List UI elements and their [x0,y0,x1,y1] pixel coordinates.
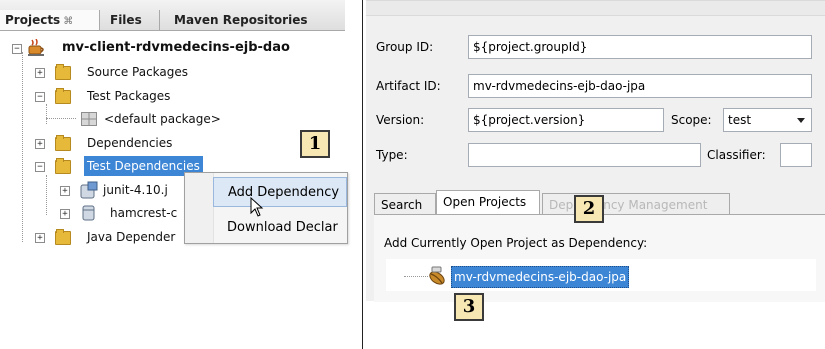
menu-item-add-dependency[interactable]: Add Dependency [213,177,347,207]
package-folder-icon [55,158,71,174]
tab-dependency-management[interactable]: Dependency Management [542,193,730,214]
classifier-field[interactable] [780,143,812,167]
jar-library-icon [82,205,95,221]
tab-close-icon[interactable]: ⌘ [63,16,73,27]
tab-maven-label: Maven Repositories [174,13,308,27]
tab-projects-label: Projects [5,13,61,27]
panel-tab-bar: Projects ⌘ Files Maven Repositories [0,0,345,31]
tree-label: <default package> [104,112,221,126]
collapse-toggle-icon[interactable]: − [12,44,22,54]
tab-files-label: Files [110,13,142,27]
tree-label: junit-4.10.j [103,183,168,197]
artifact-id-label: Artifact ID: [376,79,441,93]
menu-icon-gutter [185,173,214,243]
package-folder-icon [55,135,71,151]
collapse-toggle-icon[interactable]: − [35,92,45,102]
add-dependency-dialog: Group ID: ${project.groupId} Artifact ID… [366,0,825,321]
callout-3: 3 [454,293,484,321]
group-id-label: Group ID: [376,40,434,54]
tree-guide-line [404,276,428,277]
tree-row-dependencies[interactable]: + Dependencies [0,133,345,153]
callout-1: 1 [300,130,330,158]
projects-panel: Projects ⌘ Files Maven Repositories − mv-… [0,0,348,260]
tree-row-junit[interactable]: + junit-4.10.j [0,180,190,200]
tree-row-java-dependencies[interactable]: + Java Depender [0,227,190,247]
open-project-item[interactable]: mv-rdvmedecins-ejb-dao-jpa [451,266,630,288]
scope-select[interactable]: test [723,108,812,132]
tab-maven-repositories[interactable]: Maven Repositories [160,10,340,30]
expand-toggle-icon[interactable]: + [60,186,70,196]
type-label: Type: [376,148,408,162]
expand-toggle-icon[interactable]: + [60,209,70,219]
open-projects-heading: Add Currently Open Project as Dependency… [384,236,648,250]
menu-item-download-declared[interactable]: Download Declar [213,213,347,243]
tree-row-default-package[interactable]: <default package> [0,109,345,129]
tree-label: Source Packages [87,65,189,79]
tree-label: Test Packages [87,89,171,103]
version-field[interactable]: ${project.version} [468,108,664,132]
artifact-id-field[interactable]: mv-rdvmedecins-ejb-dao-jpa [468,74,812,98]
package-folder-icon [55,64,71,80]
dialog-header [366,1,825,16]
project-name: mv-client-rdvmedecins-ejb-dao [62,40,290,55]
tab-search[interactable]: Search [374,193,436,214]
tree-row-project[interactable]: − mv-client-rdvmedecins-ejb-dao [0,38,345,58]
jar-library-icon [80,181,98,199]
chevron-down-icon [797,118,805,123]
tree-label: Java Depender [87,230,176,244]
coffee-bean-project-icon [429,266,445,285]
expand-toggle-icon[interactable]: + [35,139,45,149]
version-label: Version: [376,113,425,127]
tab-files[interactable]: Files [100,10,160,30]
package-folder-icon [55,229,71,245]
classifier-label: Classifier: [707,148,766,162]
context-menu: Add Dependency Download Declar [184,172,348,244]
expand-toggle-icon[interactable]: + [35,233,45,243]
tree-row-source-packages[interactable]: + Source Packages [0,62,345,82]
collapse-toggle-icon[interactable]: − [35,162,45,172]
mouse-pointer-icon [250,197,264,217]
package-folder-icon [55,88,71,104]
package-grid-icon [81,112,97,126]
tree-row-hamcrest[interactable]: + hamcrest-c [0,203,190,223]
expand-toggle-icon[interactable]: + [35,68,45,78]
callout-2: 2 [574,195,604,223]
tree-label: Dependencies [87,136,173,150]
scope-value: test [728,113,752,127]
tab-open-projects[interactable]: Open Projects [436,190,540,214]
divider-line [362,0,363,349]
scope-label: Scope: [671,113,712,127]
tree-row-test-packages[interactable]: − Test Packages [0,86,345,106]
tab-projects[interactable]: Projects ⌘ [0,10,100,30]
coffee-cup-project-icon [28,39,44,56]
group-id-field[interactable]: ${project.groupId} [468,35,812,59]
type-field[interactable] [468,143,701,167]
tree-label: hamcrest-c [110,206,178,220]
